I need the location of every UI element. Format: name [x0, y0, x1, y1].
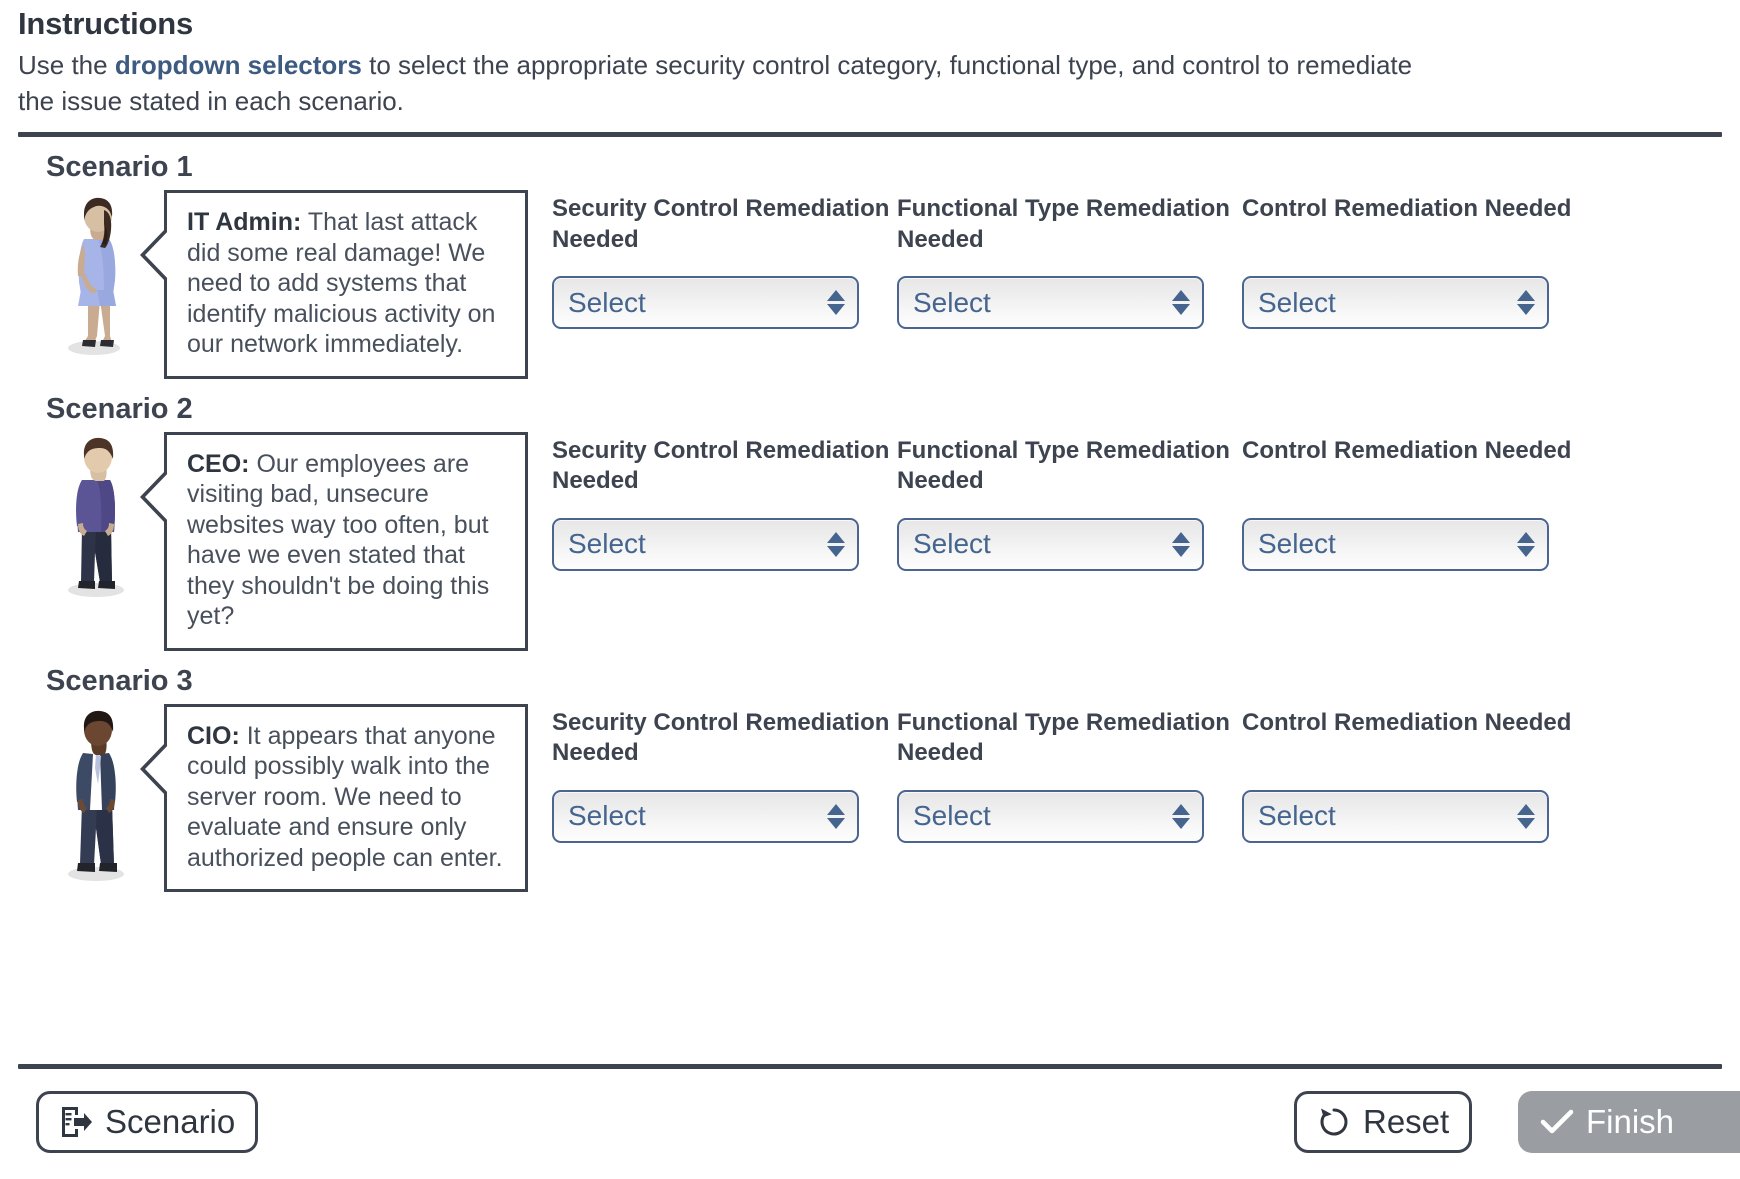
select-value: Select — [913, 286, 991, 318]
scenario-2-security-control-select[interactable]: Select — [552, 517, 859, 571]
spinner-arrows-icon — [827, 803, 845, 829]
spinner-arrows-icon — [1517, 803, 1535, 829]
instructions-section: Instructions Use the dropdown selectors … — [0, 0, 1740, 120]
scenario-2-speech-bubble: CEO: Our employees are visiting bad, uns… — [140, 431, 528, 651]
select-value: Select — [913, 800, 991, 832]
scenario-2-avatar-wrap — [48, 432, 148, 600]
scenario-2-speaker: CEO: — [187, 449, 250, 478]
reset-button-label: Reset — [1363, 1103, 1450, 1140]
man-ceo-avatar — [50, 432, 146, 600]
control-remediation-label: Control Remediation Needed — [1242, 195, 1572, 223]
finish-button[interactable]: Finish — [1518, 1091, 1740, 1153]
select-value: Select — [568, 800, 646, 832]
scenario-1-security-control-column: Security Control Remediation Needed Sele… — [552, 194, 897, 330]
header-divider — [18, 132, 1722, 138]
page-title: Instructions — [18, 6, 194, 41]
scenario-2-security-control-column: Security Control Remediation Needed Sele… — [552, 436, 897, 571]
scenario-2-title: Scenario 2 — [46, 392, 193, 425]
speech-bubble-tail-fill — [145, 740, 172, 797]
scenario-1-avatar-wrap — [48, 190, 148, 358]
finish-button-label: Finish — [1586, 1103, 1675, 1140]
scenario-3-speech-bubble: CIO: It appears that anyone could possib… — [140, 703, 528, 893]
file-export-icon — [59, 1104, 93, 1140]
scenario-3-functional-type-select[interactable]: Select — [897, 789, 1204, 843]
scenario-exercise-page: Instructions Use the dropdown selectors … — [0, 0, 1740, 1174]
scenario-2: Scenario 2 CEO: Our employees are visiti… — [18, 393, 1722, 651]
scenario-1-security-control-select[interactable]: Select — [552, 276, 859, 330]
scenario-button[interactable]: Scenario — [36, 1091, 259, 1153]
scenario-1-functional-type-select[interactable]: Select — [897, 276, 1204, 330]
select-value: Select — [568, 528, 646, 560]
man-cio-avatar — [50, 704, 146, 884]
scenario-2-control-select[interactable]: Select — [1242, 517, 1549, 571]
scenario-1-control-column: Control Remediation Needed Select — [1242, 194, 1587, 330]
scenario-button-label: Scenario — [105, 1103, 236, 1140]
select-value: Select — [568, 286, 646, 318]
scenario-1-controls: Security Control Remediation Needed Sele… — [552, 190, 1587, 330]
speech-bubble-tail-fill — [145, 227, 172, 284]
instructions-text: Use the dropdown selectors to select the… — [18, 47, 1438, 121]
functional-type-label: Functional Type Remediation Needed — [897, 436, 1230, 495]
scenario-1-speech-bubble: IT Admin: That last attack did some real… — [140, 190, 528, 379]
scenario-2-controls: Security Control Remediation Needed Sele… — [552, 432, 1587, 571]
rotate-ccw-icon — [1317, 1105, 1351, 1139]
scenario-3-security-control-select[interactable]: Select — [552, 789, 859, 843]
scenarios-list: Scenario 1 IT Admin: That last attack di… — [0, 151, 1740, 893]
security-control-label: Security Control Remediation Needed — [552, 436, 890, 495]
instructions-highlight: dropdown selectors — [114, 49, 362, 80]
control-remediation-label: Control Remediation Needed — [1242, 436, 1572, 464]
spinner-arrows-icon — [1172, 290, 1190, 316]
scenario-1: Scenario 1 IT Admin: That last attack di… — [18, 151, 1722, 379]
control-remediation-label: Control Remediation Needed — [1242, 708, 1572, 736]
scenario-3: Scenario 3 CIO: It appears that anyone c… — [18, 665, 1722, 893]
spinner-arrows-icon — [1172, 531, 1190, 557]
select-value: Select — [1258, 528, 1336, 560]
woman-it-admin-avatar — [50, 190, 146, 358]
spinner-arrows-icon — [1172, 803, 1190, 829]
scenario-1-functional-type-column: Functional Type Remediation Needed Selec… — [897, 194, 1242, 330]
reset-button[interactable]: Reset — [1294, 1091, 1473, 1153]
speech-bubble-tail-fill — [145, 468, 172, 525]
scenario-3-functional-type-column: Functional Type Remediation Needed Selec… — [897, 708, 1242, 843]
scenario-2-functional-type-select[interactable]: Select — [897, 517, 1204, 571]
scenario-1-control-select[interactable]: Select — [1242, 276, 1549, 330]
security-control-label: Security Control Remediation Needed — [552, 708, 890, 767]
scenario-1-speaker: IT Admin: — [187, 208, 302, 237]
scenario-3-avatar-wrap — [48, 704, 148, 884]
scenario-3-title: Scenario 3 — [46, 664, 193, 697]
functional-type-label: Functional Type Remediation Needed — [897, 708, 1230, 767]
check-icon — [1540, 1108, 1574, 1136]
select-value: Select — [1258, 800, 1336, 832]
functional-type-label: Functional Type Remediation Needed — [897, 195, 1230, 253]
scenario-2-control-column: Control Remediation Needed Select — [1242, 436, 1587, 571]
scenario-3-speaker: CIO: — [187, 721, 240, 750]
scenario-3-control-select[interactable]: Select — [1242, 789, 1549, 843]
spinner-arrows-icon — [827, 531, 845, 557]
scenario-3-controls: Security Control Remediation Needed Sele… — [552, 704, 1587, 843]
spinner-arrows-icon — [1517, 531, 1535, 557]
scenario-2-functional-type-column: Functional Type Remediation Needed Selec… — [897, 436, 1242, 571]
footer-bar: Scenario Reset Finish — [0, 1064, 1740, 1174]
scenario-3-security-control-column: Security Control Remediation Needed Sele… — [552, 708, 897, 843]
instructions-text-before: Use the — [18, 49, 115, 80]
scenario-1-title: Scenario 1 — [46, 151, 193, 184]
security-control-label: Security Control Remediation Needed — [552, 195, 890, 253]
spinner-arrows-icon — [1517, 290, 1535, 316]
scenario-3-control-column: Control Remediation Needed Select — [1242, 708, 1587, 843]
spinner-arrows-icon — [827, 290, 845, 316]
select-value: Select — [913, 528, 991, 560]
select-value: Select — [1258, 286, 1336, 318]
